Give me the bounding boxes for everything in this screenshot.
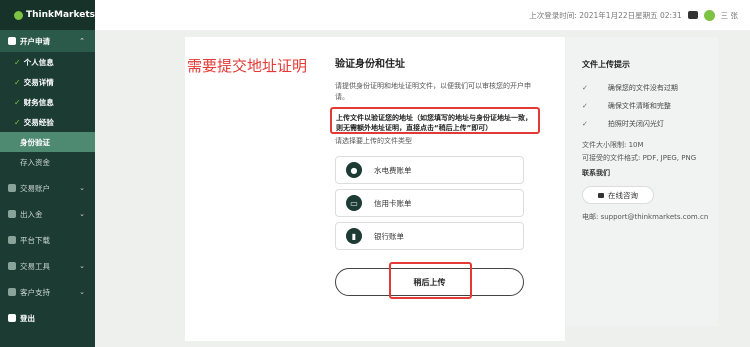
person-icon: [8, 184, 16, 192]
top-bar: 上次登录时间: 2021年1月22日星期五 02:31 三 张: [95, 0, 750, 30]
headset-icon: [8, 288, 16, 296]
chat-button-label: 在线咨询: [608, 190, 638, 200]
sidebar-item-label: 交易经验: [23, 117, 54, 127]
check-icon: ✓: [582, 84, 588, 92]
brand-logo[interactable]: ThinkMarkets: [0, 0, 95, 30]
chart-icon: [8, 262, 16, 270]
check-icon: ✓: [582, 102, 588, 110]
contact-us-heading: 联系我们: [582, 169, 610, 177]
annotation-button-box: [389, 262, 472, 299]
bank-icon: ▮: [346, 228, 362, 244]
sidebar-item-trading-details[interactable]: ✓ 交易详情: [0, 72, 95, 92]
sidebar-section-platform-download[interactable]: 平台下载: [0, 229, 95, 251]
address-instruction-text: 上传文件以验证您的地址（如您填写的地址与身份证地址一致，则无需额外地址证明，直接…: [336, 114, 532, 132]
sidebar-section-label: 交易账户: [20, 183, 50, 193]
option-bank-statement[interactable]: ▮ 银行账单: [335, 222, 524, 250]
chevron-down-icon: ⌄: [79, 262, 85, 270]
chevron-down-icon: ⌄: [79, 288, 85, 296]
sidebar-item-label: 交易详情: [23, 77, 54, 87]
logo-icon: [14, 10, 23, 20]
user-plus-icon: [8, 37, 16, 45]
chat-bubble-icon: [598, 192, 604, 198]
online-chat-button[interactable]: 在线咨询: [582, 186, 654, 204]
sidebar-section-label: 客户支持: [20, 287, 50, 297]
sidebar-item-deposit[interactable]: 存入资金: [0, 152, 95, 172]
select-file-type-label: 请选择要上传的文件类型: [335, 137, 412, 145]
tip-item: ✓ 确保您的文件没有过期: [582, 80, 718, 96]
tip-item: ✓ 确保文件清晰和完整: [582, 98, 718, 114]
tip-item: ✓ 拍照时关闭闪光灯: [582, 116, 718, 132]
avatar[interactable]: [703, 9, 715, 21]
chevron-down-icon: ⌄: [79, 210, 85, 218]
sidebar-item-financial-info[interactable]: ✓ 财务信息: [0, 92, 95, 112]
sidebar-section-label: 出入金: [20, 209, 43, 219]
tip-text: 确保您的文件没有过期: [607, 84, 678, 92]
option-label: 信用卡账单: [374, 198, 412, 208]
option-utility-bill[interactable]: ● 水电费账单: [335, 156, 524, 184]
check-icon: ✓: [14, 117, 21, 127]
support-email[interactable]: 电邮: support@thinkmarkets.com.cn: [582, 212, 718, 225]
tip-text: 拍照时关闭闪光灯: [607, 120, 664, 128]
sidebar-item-label: 存入资金: [20, 157, 50, 167]
last-login-text: 上次登录时间: 2021年1月22日星期五 02:31: [529, 10, 682, 20]
check-icon: ✓: [14, 97, 21, 107]
monitor-icon: [8, 236, 16, 244]
accepted-formats: 可接受的文件格式: PDF, JPEG, PNG: [582, 154, 697, 162]
transfer-icon: [8, 210, 16, 218]
file-size-limit: 文件大小限制: 10M: [582, 141, 644, 149]
tip-text: 确保文件清晰和完整: [607, 102, 671, 110]
sidebar-item-identity-verification[interactable]: 身份验证: [0, 132, 95, 152]
option-credit-card-statement[interactable]: ▭ 信用卡账单: [335, 189, 524, 217]
sidebar-section-trading-tools[interactable]: 交易工具 ⌄: [0, 255, 95, 277]
sidebar-section-label: 交易工具: [20, 261, 50, 271]
sidebar-section-trading-accounts[interactable]: 交易账户 ⌄: [0, 177, 95, 199]
sidebar-section-customer-support[interactable]: 客户支持 ⌄: [0, 281, 95, 303]
check-icon: ✓: [582, 120, 588, 128]
page-title: 验证身份和住址: [335, 59, 405, 70]
logout-icon: [8, 314, 16, 322]
sidebar-item-label: 个人信息: [23, 57, 54, 67]
check-icon: ✓: [14, 57, 21, 67]
user-name[interactable]: 三 张: [721, 10, 738, 21]
credit-card-icon: ▭: [346, 195, 362, 211]
tips-title: 文件上传提示: [582, 60, 630, 69]
sidebar-item-label: 财务信息: [23, 97, 54, 107]
check-icon: ✓: [14, 77, 21, 87]
option-label: 银行账单: [374, 231, 404, 241]
chevron-down-icon: ⌄: [79, 184, 85, 192]
sidebar-logout[interactable]: 登出: [0, 307, 95, 329]
sidebar-item-trading-experience[interactable]: ✓ 交易经验: [0, 112, 95, 132]
chevron-up-icon: ⌃: [79, 37, 85, 45]
upload-tips-panel: 文件上传提示 ✓ 确保您的文件没有过期 ✓ 确保文件清晰和完整 ✓ 拍照时关闭闪光灯 …: [566, 37, 718, 326]
brand-name: ThinkMarkets: [26, 10, 95, 20]
sidebar-section-account-application[interactable]: 开户申请 ⌃: [0, 30, 95, 52]
annotation-red-title: 需要提交地址证明: [187, 57, 308, 75]
sidebar-section-label: 登出: [20, 313, 35, 323]
sidebar-section-funding[interactable]: 出入金 ⌄: [0, 203, 95, 225]
location-pin-icon: ●: [346, 162, 362, 178]
chat-icon[interactable]: [687, 11, 698, 19]
option-label: 水电费账单: [374, 165, 412, 175]
sidebar-item-personal-info[interactable]: ✓ 个人信息: [0, 52, 95, 72]
sidebar-item-label: 身份验证: [20, 137, 50, 147]
sidebar: ThinkMarkets 开户申请 ⌃ ✓ 个人信息 ✓ 交易详情 ✓ 财务信息 ✓ 交…: [0, 0, 95, 347]
description-text: 请提供身份证明和地址证明文件，以便我们可以审核您的开户申请。: [335, 82, 531, 101]
sidebar-section-label: 平台下载: [20, 235, 50, 245]
sidebar-section-label: 开户申请: [20, 36, 50, 46]
